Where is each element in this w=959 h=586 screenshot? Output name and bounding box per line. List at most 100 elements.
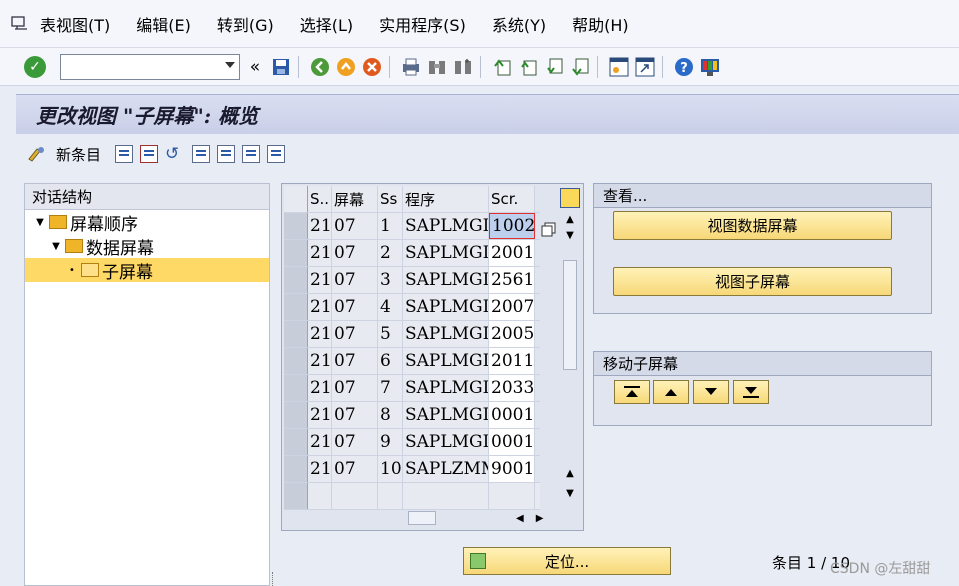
row-selector[interactable] <box>284 375 308 401</box>
row-selector[interactable] <box>284 483 308 509</box>
command-input[interactable] <box>61 54 221 79</box>
delete-row-icon[interactable] <box>140 145 159 163</box>
horizontal-scrollbar[interactable]: ◀ ▶ <box>408 510 558 526</box>
undo-icon[interactable]: ↺ <box>165 144 185 164</box>
select-all-icon[interactable] <box>192 145 211 163</box>
view-subscreen-button[interactable]: 视图子屏幕 <box>613 267 892 296</box>
menu-table-view[interactable]: 表视图(T) <box>40 12 110 36</box>
command-field[interactable] <box>60 53 240 80</box>
table-cell[interactable]: 2001 <box>489 240 535 266</box>
table-cell[interactable]: 0001 <box>489 429 535 455</box>
new-session-icon[interactable] <box>608 56 630 78</box>
cancel-icon[interactable] <box>361 56 383 78</box>
table-cell[interactable]: 1002 <box>489 213 535 239</box>
scroll-down-icon[interactable]: ▼ <box>562 488 578 504</box>
table-settings-icon[interactable] <box>560 188 580 208</box>
tree-node-subscreen[interactable]: • 子屏幕 <box>25 258 269 283</box>
move-down-button[interactable] <box>693 380 729 404</box>
row-selector[interactable] <box>284 402 308 428</box>
column-header[interactable]: S.. <box>308 186 332 212</box>
row-selector[interactable] <box>284 348 308 374</box>
expand-arrow-icon[interactable]: ▼ <box>34 217 46 228</box>
display-change-icon[interactable] <box>26 144 48 164</box>
row-selector[interactable] <box>284 213 308 239</box>
print-icon[interactable] <box>400 56 422 78</box>
exit-icon[interactable] <box>335 56 357 78</box>
move-to-top-button[interactable] <box>614 380 650 404</box>
row-selector[interactable] <box>284 267 308 293</box>
scroll-left-icon[interactable]: ◀ <box>516 513 524 524</box>
select-all-rows[interactable] <box>284 186 308 212</box>
row-selector[interactable] <box>284 429 308 455</box>
table-cell: 2 <box>378 240 403 266</box>
tree-node-screen-sequence[interactable]: ▼ 屏幕顺序 <box>25 210 269 235</box>
first-page-icon[interactable] <box>491 56 513 78</box>
back-icon[interactable] <box>309 56 331 78</box>
double-chevron-left-icon[interactable]: « <box>244 56 266 78</box>
layout-icon[interactable] <box>699 56 721 78</box>
table-row[interactable]: 21073SAPLMGD12561 <box>284 267 540 294</box>
menu-logo-icon[interactable] <box>0 0 40 48</box>
table-row[interactable]: 21078SAPLMGD10001 <box>284 402 540 429</box>
column-header[interactable]: 屏幕 <box>332 186 378 212</box>
table-row[interactable]: 21075SAPLMGD12005 <box>284 321 540 348</box>
row-selector[interactable] <box>284 240 308 266</box>
table-cell[interactable]: 2007 <box>489 294 535 320</box>
new-entries-button[interactable]: 新条目 <box>56 144 101 165</box>
expand-arrow-icon[interactable]: ▼ <box>50 241 62 252</box>
enter-icon[interactable]: ✓ <box>24 55 46 78</box>
table-cell[interactable]: 2033 <box>489 375 535 401</box>
last-page-icon[interactable] <box>569 56 591 78</box>
help-icon[interactable]: ? <box>673 56 695 78</box>
locate-button[interactable]: 定位... <box>463 547 671 575</box>
menu-edit[interactable]: 编辑(E) <box>136 12 191 36</box>
table-cell[interactable]: 0001 <box>489 402 535 428</box>
table-row[interactable]: 21074SAPLMGD12007 <box>284 294 540 321</box>
deselect-all-icon[interactable] <box>242 145 261 163</box>
move-to-bottom-button[interactable] <box>733 380 769 404</box>
scroll-up-icon[interactable]: ▲ <box>562 468 578 484</box>
column-header[interactable]: Scr. <box>489 186 535 212</box>
table-cell[interactable]: 2561 <box>489 267 535 293</box>
table-row[interactable]: 21076SAPLMGD12011 <box>284 348 540 375</box>
table-row[interactable]: 21072SAPLMGD12001 <box>284 240 540 267</box>
prev-page-icon[interactable] <box>517 56 539 78</box>
table-cell[interactable]: 2011 <box>489 348 535 374</box>
table-row[interactable]: 21079SAPLMGD10001 <box>284 429 540 456</box>
pane-splitter[interactable] <box>272 572 276 586</box>
copy-icon[interactable] <box>541 222 557 238</box>
table-cell[interactable]: 2005 <box>489 321 535 347</box>
view-data-screen-button[interactable]: 视图数据屏幕 <box>613 211 892 240</box>
menu-help[interactable]: 帮助(H) <box>572 12 629 36</box>
save-icon[interactable] <box>270 56 292 78</box>
column-header[interactable]: 程序 <box>403 186 489 212</box>
row-selector[interactable] <box>284 294 308 320</box>
chevron-down-icon[interactable] <box>225 61 235 68</box>
table-row[interactable]: 21077SAPLMGD12033 <box>284 375 540 402</box>
row-selector[interactable] <box>284 456 308 482</box>
scroll-up-icon[interactable]: ▲ <box>562 214 578 230</box>
table-cell[interactable]: 9001 <box>489 456 535 482</box>
find-icon[interactable] <box>426 56 448 78</box>
table-row[interactable]: 21071SAPLMGD11002 <box>284 213 540 240</box>
copy-as-icon[interactable] <box>115 145 134 163</box>
menu-goto[interactable]: 转到(G) <box>217 12 274 36</box>
scroll-down-icon[interactable]: ▼ <box>562 230 578 246</box>
vertical-scrollbar[interactable]: ▲ ▼ ▲ ▼ <box>562 214 578 502</box>
shortcut-icon[interactable] <box>634 56 656 78</box>
next-page-icon[interactable] <box>543 56 565 78</box>
menu-system[interactable]: 系统(Y) <box>492 12 546 36</box>
select-block-icon[interactable] <box>217 145 236 163</box>
row-selector[interactable] <box>284 321 308 347</box>
tree-node-data-screen[interactable]: ▼ 数据屏幕 <box>25 234 269 259</box>
scroll-right-icon[interactable]: ▶ <box>536 513 544 524</box>
scroll-thumb[interactable] <box>563 260 577 370</box>
column-header[interactable]: Ss <box>378 186 403 212</box>
move-up-button[interactable] <box>653 380 689 404</box>
menu-select[interactable]: 选择(L) <box>300 12 353 36</box>
hscroll-thumb[interactable] <box>408 511 436 525</box>
menu-utilities[interactable]: 实用程序(S) <box>379 12 466 36</box>
table-row[interactable]: 210710SAPLZMM...9001 <box>284 456 540 483</box>
transport-icon[interactable] <box>267 145 286 163</box>
find-next-icon[interactable] <box>452 56 474 78</box>
